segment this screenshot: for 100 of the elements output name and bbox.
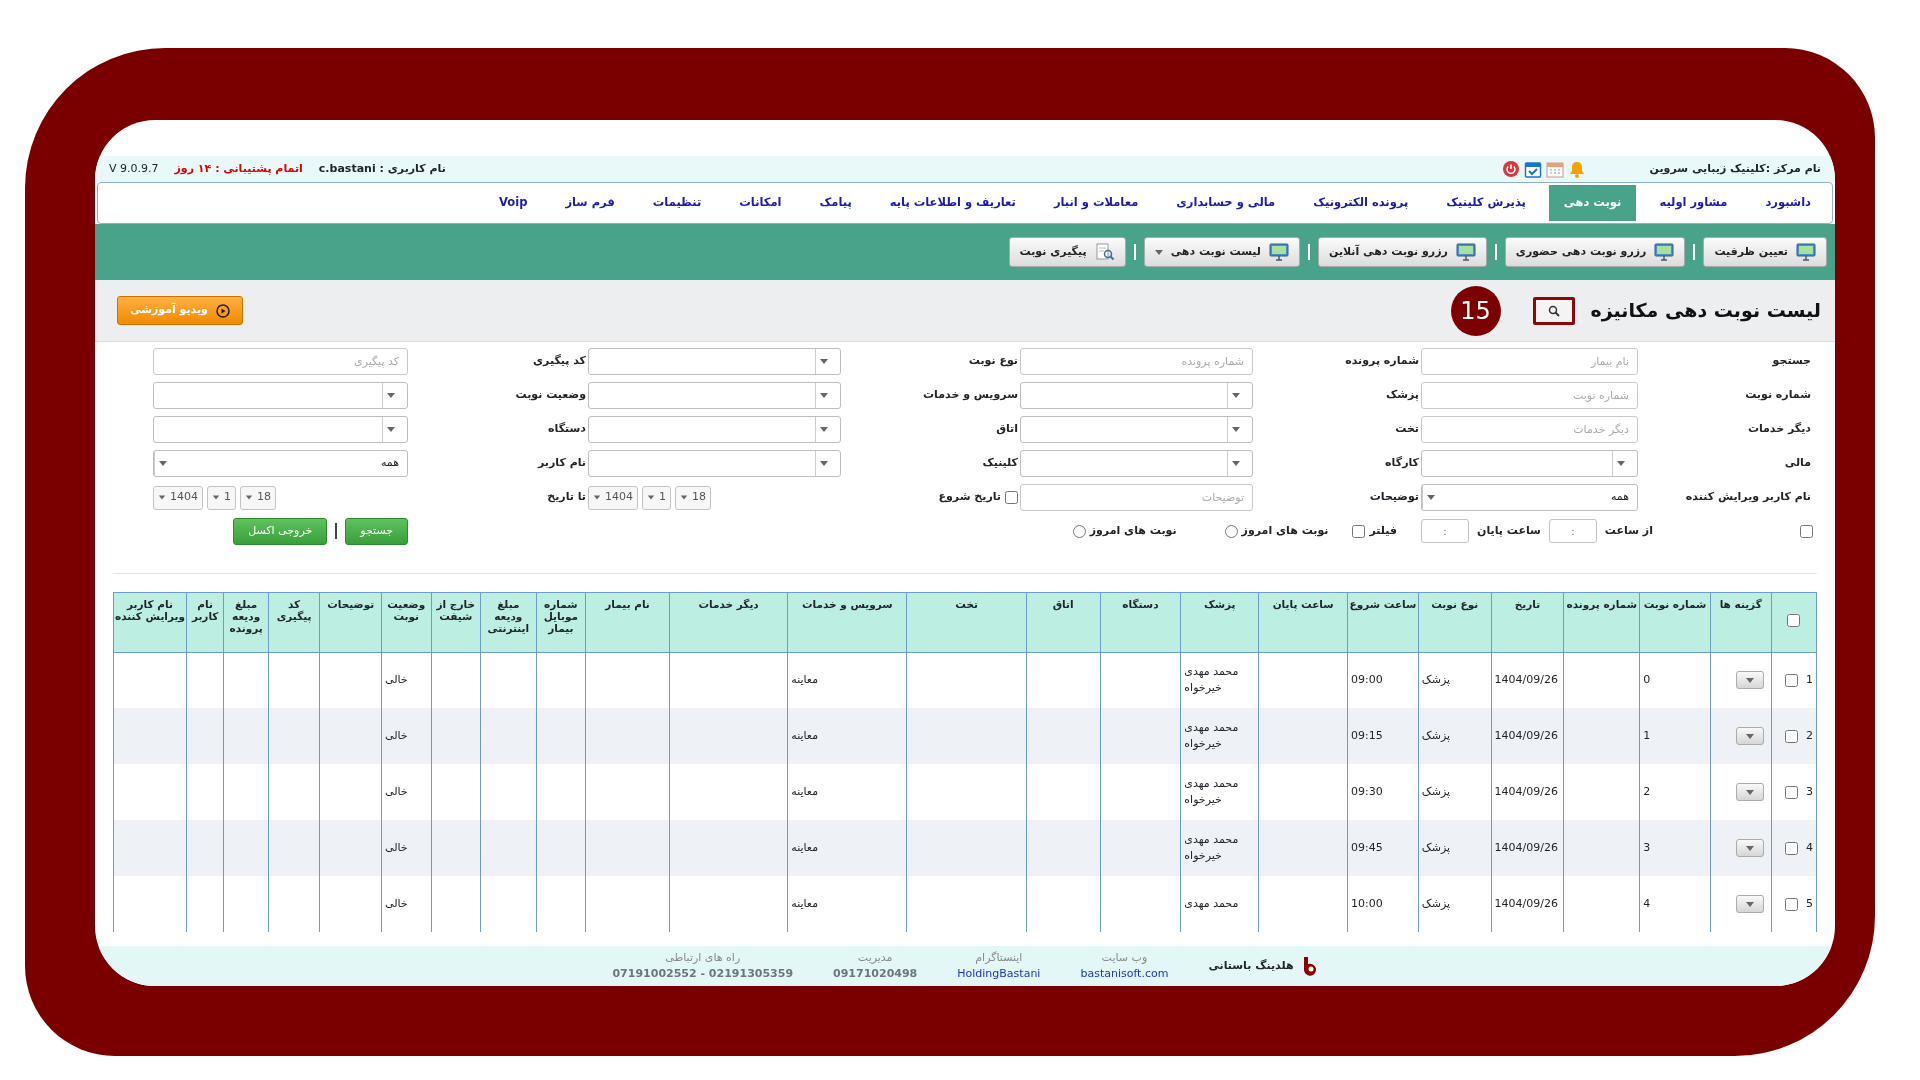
search-icon bbox=[1547, 304, 1560, 317]
caret-icon bbox=[387, 393, 395, 398]
nav-tab[interactable]: فرم ساز bbox=[550, 185, 630, 221]
dropdown-field[interactable] bbox=[588, 348, 841, 375]
input-field[interactable]: توضیحات bbox=[1020, 484, 1253, 511]
table-cell: 4 bbox=[1643, 896, 1651, 910]
contact-link[interactable]: HoldingBastani bbox=[957, 966, 1041, 983]
radio-label: نوبت های امروز bbox=[1089, 523, 1177, 539]
field-label: تا تاریخ bbox=[546, 489, 587, 506]
table-cell: محمد مهدی خیرخواه bbox=[1184, 832, 1239, 862]
dropdown-field[interactable] bbox=[1020, 416, 1253, 443]
version-label: V 9.0.9.7 bbox=[109, 160, 159, 177]
calendar-check-icon[interactable] bbox=[1523, 160, 1542, 178]
field-label: کد پیگیری bbox=[532, 353, 587, 370]
input-field[interactable]: شماره پرونده bbox=[1020, 348, 1253, 375]
caret-icon bbox=[1745, 789, 1754, 795]
table-cell: 3 bbox=[1643, 840, 1651, 854]
checkbox[interactable] bbox=[1785, 841, 1798, 855]
dropdown-field[interactable] bbox=[1421, 450, 1638, 477]
date-select[interactable]: 1404 bbox=[588, 485, 638, 510]
radio-button[interactable] bbox=[1072, 524, 1086, 538]
checkbox[interactable] bbox=[1787, 614, 1801, 628]
caret-icon bbox=[212, 495, 220, 500]
power-icon[interactable] bbox=[1501, 160, 1520, 178]
monitor-icon bbox=[1455, 243, 1476, 261]
row-menu-button[interactable] bbox=[1735, 895, 1764, 913]
nav-tab[interactable]: تعاریف و اطلاعات پایه bbox=[874, 185, 1031, 221]
nav-tab[interactable]: مالی و حسابداری bbox=[1161, 185, 1291, 221]
checkbox[interactable] bbox=[1785, 673, 1798, 687]
column-header: شماره پرونده bbox=[1563, 592, 1640, 652]
nav-tab[interactable]: پیامک bbox=[804, 185, 867, 221]
nav-tab[interactable]: مشاور اولیه bbox=[1644, 185, 1743, 221]
nav-tab[interactable]: معاملات و انبار bbox=[1038, 185, 1154, 221]
input-field[interactable]: دیگر خدمات bbox=[1421, 416, 1638, 443]
nav-tab[interactable]: Voip bbox=[484, 185, 543, 221]
row-menu-button[interactable] bbox=[1735, 727, 1764, 745]
toolbar-button[interactable]: رزرو نوبت دهی آنلاین bbox=[1318, 237, 1487, 267]
dropdown-field[interactable] bbox=[153, 382, 408, 409]
dropdown-field[interactable] bbox=[588, 382, 841, 409]
nav-tab[interactable]: امکانات bbox=[724, 185, 797, 221]
time-field[interactable]: __:__ bbox=[1421, 519, 1469, 544]
input-field[interactable]: شماره نوبت bbox=[1421, 382, 1638, 409]
date-select[interactable]: 1404 bbox=[153, 485, 203, 510]
toolbar-button[interactable]: رزرو نوبت دهی حضوری bbox=[1504, 237, 1686, 267]
column-header: دیگر خدمات bbox=[669, 592, 788, 652]
time-field[interactable]: __:__ bbox=[1548, 519, 1597, 544]
dropdown-field[interactable]: همه bbox=[153, 450, 408, 477]
field-label: سرویس و خدمات bbox=[922, 387, 1019, 404]
search-button[interactable] bbox=[1532, 296, 1575, 325]
input-field[interactable]: نام بیمار bbox=[1421, 348, 1638, 375]
contact-value: 09171020498 bbox=[833, 966, 918, 982]
toolbar-button[interactable]: پیگیری نوبت bbox=[1008, 237, 1126, 267]
nav-tab[interactable]: پرونده الکترونیک bbox=[1298, 185, 1424, 221]
row-menu-button[interactable] bbox=[1735, 839, 1764, 857]
nav-tab[interactable]: پذیرش کلینیک bbox=[1431, 185, 1541, 221]
field-label: نام کاربر ویرایش کننده bbox=[1684, 489, 1812, 506]
caret-icon bbox=[1232, 427, 1240, 432]
checkbox[interactable] bbox=[1005, 491, 1018, 504]
caret-icon bbox=[245, 495, 253, 500]
toolbar-button[interactable]: تعیین ظرفیت bbox=[1703, 237, 1827, 267]
checkbox[interactable] bbox=[1800, 524, 1813, 538]
date-select[interactable]: 1 bbox=[642, 485, 671, 510]
dropdown-field[interactable]: همه bbox=[1421, 484, 1638, 511]
checkbox[interactable] bbox=[1785, 729, 1798, 743]
date-select[interactable]: 1 bbox=[207, 485, 236, 510]
row-menu-button[interactable] bbox=[1735, 671, 1764, 690]
row-number: 4 bbox=[1806, 839, 1813, 856]
input-field[interactable]: کد پیگیری bbox=[153, 348, 408, 375]
dropdown-field[interactable] bbox=[588, 416, 841, 443]
table-cell: 10:00 bbox=[1351, 896, 1383, 910]
row-menu-button[interactable] bbox=[1735, 783, 1764, 801]
contact-link[interactable]: bastanisoft.com bbox=[1080, 966, 1169, 983]
nav-tab[interactable]: داشبورد bbox=[1750, 185, 1826, 221]
radio-button[interactable] bbox=[1224, 524, 1238, 538]
nav-tab[interactable]: تنظیمات bbox=[637, 185, 717, 221]
page-title: لیست نوبت دهی مکانیزه bbox=[1590, 298, 1821, 324]
dropdown-field[interactable] bbox=[588, 450, 841, 477]
dropdown-field[interactable] bbox=[1020, 382, 1253, 409]
field-label: فیلتر bbox=[1369, 523, 1397, 539]
field-label: تخت bbox=[1394, 421, 1420, 438]
field-label: دستگاه bbox=[547, 421, 587, 438]
row-number: 3 bbox=[1806, 783, 1813, 800]
table-cell: معاینه bbox=[791, 840, 819, 854]
column-header: ساعت پایان bbox=[1258, 592, 1348, 652]
date-select[interactable]: 18 bbox=[240, 485, 276, 510]
date-select[interactable]: 18 bbox=[675, 485, 711, 510]
step-badge: 15 bbox=[1450, 285, 1501, 336]
checkbox[interactable] bbox=[1352, 524, 1366, 538]
toolbar-button[interactable]: لیست نوبت دهی bbox=[1143, 237, 1300, 267]
field-label: پزشک bbox=[1384, 387, 1420, 404]
table-cell: 09:30 bbox=[1351, 784, 1383, 798]
dropdown-field[interactable] bbox=[153, 416, 408, 443]
table-cell: 1404/09/26 bbox=[1494, 896, 1558, 910]
column-header: شماره نوبت bbox=[1639, 592, 1711, 652]
contact-value: 07191002552 - 02191305359 bbox=[612, 966, 794, 982]
checkbox[interactable] bbox=[1785, 897, 1798, 911]
monitor-icon bbox=[1796, 243, 1816, 261]
field-label: تاریخ شروع bbox=[938, 489, 1001, 506]
dropdown-field[interactable] bbox=[1020, 450, 1253, 477]
checkbox[interactable] bbox=[1785, 785, 1798, 799]
